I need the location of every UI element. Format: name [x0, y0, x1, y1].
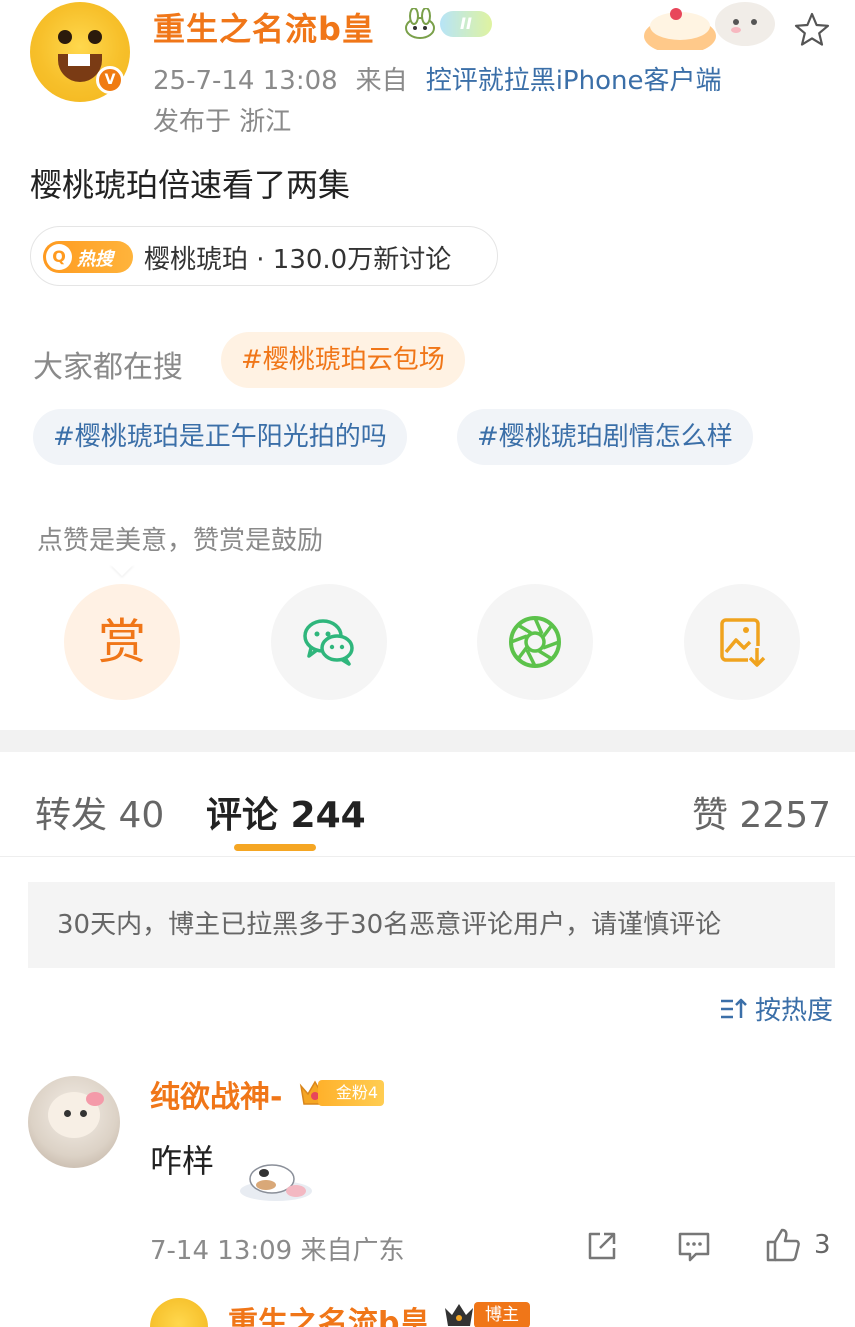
level-badge: II [440, 11, 492, 37]
reward-button[interactable]: 赏 [64, 584, 180, 700]
hot-search-pill[interactable]: Q 热搜 樱桃琥珀 · 130.0万新讨论 [30, 226, 498, 286]
author-badge: 博主 [474, 1302, 530, 1327]
post-text: 樱桃琥珀倍速看了两集 [30, 166, 351, 204]
hot-search-tag-label: 热搜 [77, 249, 113, 270]
tooltip-arrow [110, 564, 134, 576]
wechat-icon [303, 619, 354, 666]
decoration-cats-icon [644, 2, 775, 50]
cow-sticker-icon [240, 1164, 312, 1201]
tab-divider [0, 856, 855, 857]
post-location: 发布于 浙江 [153, 107, 292, 137]
favorite-star-icon[interactable] [792, 10, 832, 50]
sort-icon [720, 998, 747, 1018]
search-chip[interactable]: #樱桃琥珀是正午阳光拍的吗 [33, 409, 407, 465]
sort-label: 按热度 [754, 996, 833, 1026]
hot-search-text: 樱桃琥珀 · 130.0万新讨论 [144, 245, 452, 275]
thumbs-up-icon [766, 1228, 800, 1262]
sort-by-hot-button[interactable]: 按热度 [719, 990, 833, 1027]
reply-author-name[interactable]: 重生之名流b皇 [228, 1298, 429, 1327]
like-count: 3 [814, 1230, 831, 1260]
reward-icon: 赏 [97, 614, 146, 670]
post-source-prefix: 来自 [355, 66, 408, 96]
author-name[interactable]: 重生之名流b皇 [153, 4, 375, 50]
hot-search-icon: Q [46, 244, 72, 270]
share-wechat-button[interactable] [271, 584, 387, 700]
comment-notice: 30天内，博主已拉黑多于30名恶意评论用户，请谨慎评论 [28, 882, 835, 968]
search-chip[interactable]: #樱桃琥珀剧情怎么样 [457, 409, 753, 465]
hot-search-tag: Q 热搜 [43, 241, 133, 273]
everyone-searching-label: 大家都在搜 [33, 350, 183, 385]
reply-author-avatar[interactable] [150, 1298, 208, 1327]
post-source-link[interactable]: 控评就拉黑iPhone客户端 [426, 66, 722, 96]
verified-icon: V [96, 66, 124, 94]
comment-text: 咋样 [150, 1142, 215, 1180]
crown-icon [445, 1304, 473, 1326]
commenter-name[interactable]: 纯欲战神- [150, 1072, 282, 1116]
active-tab-indicator [234, 844, 316, 851]
like-button[interactable]: 3 [764, 1226, 831, 1264]
fan-badge: 金粉4 [298, 1076, 386, 1108]
tab-likes[interactable]: 赞 2257 [692, 786, 831, 838]
post-meta: 25-7-14 13:08 来自 控评就拉黑iPhone客户端 [153, 60, 721, 97]
tab-comments[interactable]: 评论 244 [206, 786, 366, 838]
commenter-avatar[interactable] [28, 1076, 120, 1168]
share-icon[interactable] [584, 1228, 620, 1264]
save-image-icon [720, 618, 766, 668]
save-image-button[interactable] [684, 584, 800, 700]
search-chip[interactable]: #樱桃琥珀云包场 [221, 332, 465, 388]
comment-icon[interactable] [676, 1228, 712, 1264]
rabbit-badge-icon [405, 8, 435, 39]
fan-badge-label: 金粉4 [318, 1080, 384, 1106]
section-divider [0, 730, 855, 752]
reward-hint: 点赞是美意，赞赏是鼓励 [37, 526, 324, 556]
share-moments-button[interactable] [477, 584, 593, 700]
moments-icon [509, 616, 561, 668]
post-time: 25-7-14 13:08 [153, 66, 338, 96]
comment-meta: 7-14 13:09 来自广东 [150, 1236, 405, 1266]
tab-repost[interactable]: 转发 40 [35, 786, 164, 838]
